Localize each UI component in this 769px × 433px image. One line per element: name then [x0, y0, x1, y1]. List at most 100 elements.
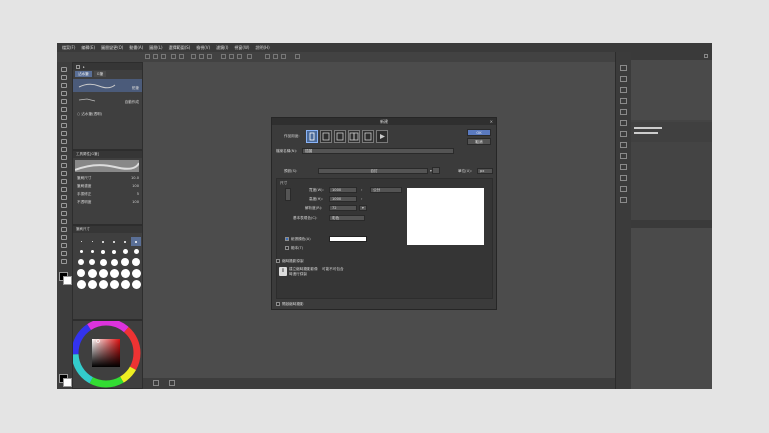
close-icon[interactable]: ×: [490, 119, 493, 124]
usage-illustration-icon[interactable]: [306, 130, 318, 143]
grid-icon[interactable]: [237, 54, 242, 59]
material-manga-icon[interactable]: [620, 164, 627, 170]
resolution-field[interactable]: 72: [329, 205, 357, 211]
brush-size-dot[interactable]: [87, 247, 97, 256]
menu-window[interactable]: 視窗(W): [234, 45, 249, 51]
brush-size-dot[interactable]: [76, 257, 86, 267]
airbrush-tool-icon[interactable]: [61, 139, 67, 144]
menu-filter[interactable]: 濾鏡(I): [216, 45, 228, 51]
resolution-dropdown[interactable]: ▾: [359, 205, 367, 211]
material-mono-icon[interactable]: [620, 153, 627, 159]
stepper-icon[interactable]: ›: [361, 188, 362, 192]
pin-icon[interactable]: [281, 54, 286, 59]
snap-icon[interactable]: [221, 54, 226, 59]
save-icon[interactable]: [161, 54, 166, 59]
brush-item[interactable]: 自動作成: [73, 93, 142, 106]
brush-size-dot[interactable]: [109, 279, 119, 289]
fill-tool-icon[interactable]: [61, 163, 67, 168]
menu-help[interactable]: 說明(H): [256, 45, 270, 51]
preset-dropdown[interactable]: 自訂: [318, 168, 428, 174]
zoom-in-icon[interactable]: [169, 380, 175, 386]
brush-size-dot[interactable]: [87, 268, 97, 278]
brush-size-dot[interactable]: [131, 247, 141, 256]
usage-print-icon[interactable]: [362, 130, 374, 143]
brush-size-dot[interactable]: [76, 279, 86, 289]
item-bank-icon[interactable]: [620, 87, 627, 93]
brush-size-dot[interactable]: [98, 237, 108, 246]
brush-size-dot[interactable]: [98, 268, 108, 278]
menu-layer[interactable]: 圖層(L): [149, 45, 162, 51]
material-color-icon[interactable]: [620, 142, 627, 148]
usage-comic-icon[interactable]: [334, 130, 346, 143]
brush-size-dot[interactable]: [120, 257, 130, 267]
balloon-tool-icon[interactable]: [61, 211, 67, 216]
orientation-toggle[interactable]: [285, 188, 291, 201]
brush-size-dot[interactable]: [76, 247, 86, 256]
zoom-out-icon[interactable]: [153, 380, 159, 386]
brush-size-dot[interactable]: [120, 237, 130, 246]
blend-tool-icon[interactable]: [61, 155, 67, 160]
menu-layer-change[interactable]: 圖層變更(O): [101, 45, 123, 51]
open-time-lapse-checkbox[interactable]: 開啟縮時攝影: [276, 302, 304, 307]
frame-tool-icon[interactable]: [61, 187, 67, 192]
time-lapse-checkbox[interactable]: 縮時攝影錄製: [276, 259, 304, 264]
unit-dropdown[interactable]: px: [477, 168, 493, 174]
liquify-tool-icon[interactable]: [61, 251, 67, 256]
height-field[interactable]: 1000: [329, 196, 357, 202]
color-mode-dropdown[interactable]: 彩色: [329, 215, 365, 221]
brush-size-dot[interactable]: [98, 257, 108, 267]
usage-animation-icon[interactable]: [376, 130, 388, 143]
brush-tool-icon[interactable]: [61, 131, 67, 136]
redo-icon[interactable]: [179, 54, 184, 59]
select-tool-icon[interactable]: [61, 91, 67, 96]
eyedropper-tool-icon[interactable]: [61, 107, 67, 112]
brush-size-dot[interactable]: [87, 257, 97, 267]
eraser-tool-icon[interactable]: [61, 147, 67, 152]
brush-size-dot[interactable]: [120, 247, 130, 256]
history-icon[interactable]: [620, 120, 627, 126]
settings-icon[interactable]: [247, 54, 252, 59]
material-icon[interactable]: [620, 131, 627, 137]
brush-size-dot[interactable]: [87, 237, 97, 246]
navigator-icon[interactable]: [620, 65, 627, 71]
usage-multi-comic-icon[interactable]: [348, 130, 360, 143]
figure-tool-icon[interactable]: [61, 179, 67, 184]
brush-size-dot[interactable]: [109, 268, 119, 278]
usage-webtoon-icon[interactable]: [320, 130, 332, 143]
zoom-tool-icon[interactable]: [61, 67, 67, 72]
brush-size-dot[interactable]: [131, 279, 141, 289]
deselect-icon[interactable]: [207, 54, 212, 59]
hand-tool-icon[interactable]: [61, 75, 67, 80]
sub-view-icon[interactable]: [620, 76, 627, 82]
ruler-icon[interactable]: [229, 54, 234, 59]
transform-icon[interactable]: [199, 54, 204, 59]
property-row[interactable]: 筆刷尺寸 10.0: [75, 175, 141, 183]
slider-bar[interactable]: [634, 127, 662, 129]
text-tool-icon[interactable]: [61, 203, 67, 208]
brush-size-dot[interactable]: [109, 237, 119, 246]
menu-view[interactable]: 檢視(V): [196, 45, 210, 51]
brush-item-selected[interactable]: 鉛筆: [73, 79, 142, 92]
sub-color-swatch[interactable]: [63, 276, 72, 285]
brush-size-dot[interactable]: [76, 237, 86, 246]
tab-g-pen[interactable]: G筆: [93, 71, 107, 77]
brush-size-dot[interactable]: [98, 279, 108, 289]
menu-icon[interactable]: [704, 54, 708, 58]
property-row[interactable]: 不透明度 100: [75, 199, 141, 207]
lasso-tool-icon[interactable]: [61, 99, 67, 104]
material-pose-icon[interactable]: [620, 197, 627, 203]
sync-icon[interactable]: [295, 54, 300, 59]
cancel-button[interactable]: 取消: [467, 138, 491, 145]
layer-search-icon[interactable]: [620, 109, 627, 115]
property-row[interactable]: 手振修正 5: [75, 191, 141, 199]
open-icon[interactable]: [153, 54, 158, 59]
filename-field[interactable]: 插圖: [302, 148, 454, 154]
gradient-tool-icon[interactable]: [61, 171, 67, 176]
brush-size-dot[interactable]: [120, 279, 130, 289]
tab-pen[interactable]: 沾水筆: [75, 71, 92, 77]
correct-line-tool-icon[interactable]: [61, 219, 67, 224]
ruler-tool-icon[interactable]: [61, 195, 67, 200]
operation-tool-icon[interactable]: [61, 243, 67, 248]
stepper-icon[interactable]: ›: [361, 197, 362, 201]
new-icon[interactable]: [145, 54, 150, 59]
